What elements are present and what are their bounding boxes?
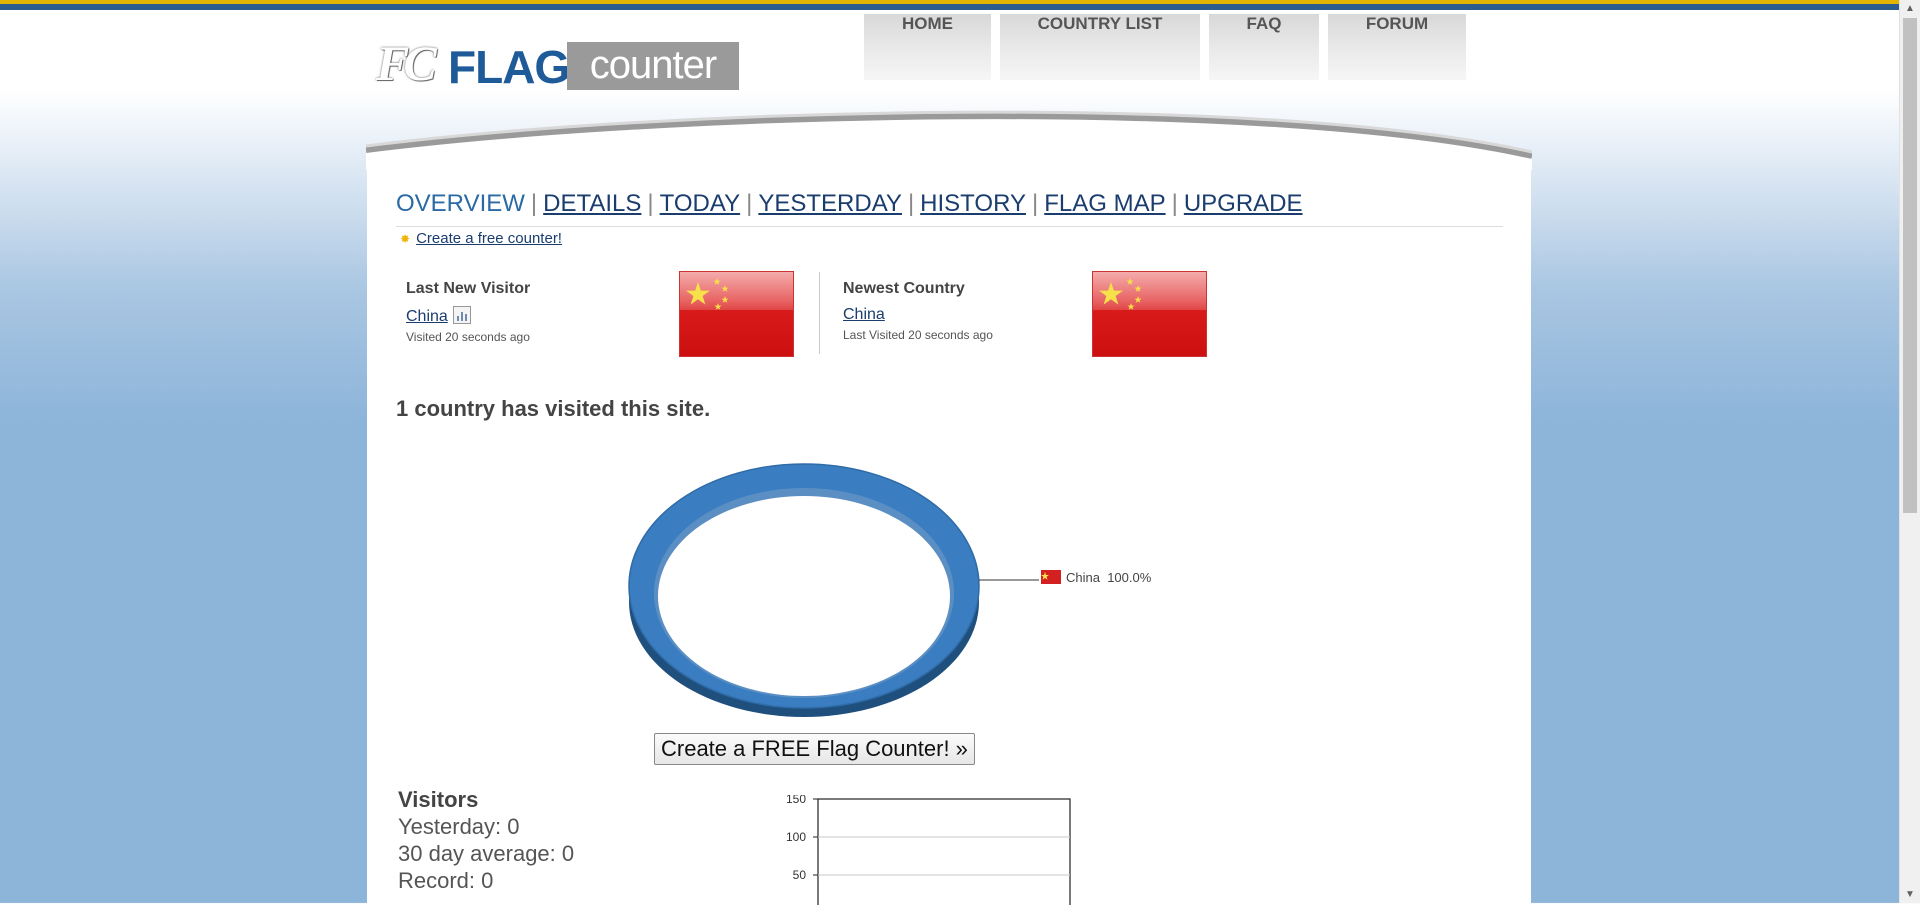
create-free-counter-button[interactable]: Create a FREE Flag Counter! »: [654, 733, 975, 765]
tab-flag-map[interactable]: FLAG MAP: [1044, 190, 1165, 217]
nav-forum[interactable]: FORUM: [1328, 14, 1466, 80]
pie-leader-line-ext: [979, 579, 1039, 581]
newest-country: Newest Country China Last Visited 20 sec…: [843, 280, 993, 342]
visitors-yesterday: Yesterday: 0: [398, 814, 520, 839]
create-free-counter-link[interactable]: Create a free counter!: [416, 230, 562, 247]
sub-nav-tabs: OVERVIEW | DETAILS | TODAY | YESTERDAY | HISTORY…: [396, 190, 1303, 218]
last-visitor-time: Visited 20 seconds ago: [406, 330, 530, 344]
tab-separator: |: [1171, 190, 1178, 217]
tabs-underline: [396, 226, 1503, 227]
scroll-thumb[interactable]: [1903, 18, 1917, 513]
top-nav: HOME COUNTRY LIST FAQ FORUM: [864, 14, 1466, 80]
y-tick-label: 150: [786, 795, 806, 806]
top-blue-bar: [0, 4, 1900, 10]
star-icon: ✸: [400, 232, 411, 246]
last-new-visitor: Last New Visitor China Visited 20 second…: [406, 280, 530, 344]
visitors-record: Record: 0: [398, 868, 494, 893]
nav-country-list[interactable]: COUNTRY LIST: [1000, 14, 1200, 80]
logo-fc-mark: FC: [376, 35, 437, 91]
logo-counter-text: counter: [567, 42, 739, 90]
nav-faq[interactable]: FAQ: [1209, 14, 1319, 80]
newest-country-time: Last Visited 20 seconds ago: [843, 328, 993, 342]
pie-legend: China 100.0%: [1041, 570, 1151, 585]
logo-flag-text: FLAG: [448, 41, 570, 93]
tab-separator: |: [647, 190, 654, 217]
tab-overview[interactable]: OVERVIEW: [396, 190, 525, 217]
tab-separator: |: [746, 190, 753, 217]
tab-today[interactable]: TODAY: [660, 190, 740, 217]
y-tick-label: 50: [793, 868, 807, 882]
header-swoosh: [366, 110, 1532, 170]
pie-inner-hole: [658, 496, 950, 696]
create-counter-row: ✸ Create a free counter!: [400, 230, 562, 247]
last-visitor-country-link[interactable]: China: [406, 308, 448, 325]
chart-plot-area: [817, 798, 1071, 905]
country-pie-chart: [628, 463, 990, 717]
visitors-average: 30 day average: 0: [398, 841, 575, 866]
china-mini-flag-icon: [1041, 570, 1061, 584]
tab-yesterday[interactable]: YESTERDAY: [758, 190, 902, 217]
stats-chart-icon[interactable]: [452, 306, 471, 324]
page-scrollbar[interactable]: ▲ ▼: [1899, 0, 1920, 903]
scroll-up-arrow-icon[interactable]: ▲: [1900, 0, 1920, 17]
country-count-heading: 1 country has visited this site.: [396, 396, 711, 421]
tab-separator: |: [907, 190, 915, 217]
visitors-summary: Visitors Yesterday: 0 30 day average: 0 …: [398, 787, 574, 894]
nav-home[interactable]: HOME: [864, 14, 991, 80]
pie-legend-country: China: [1066, 570, 1100, 585]
tab-details[interactable]: DETAILS: [543, 190, 641, 217]
visitors-title: Visitors: [398, 787, 479, 812]
china-flag-image: [679, 271, 794, 357]
tab-separator: |: [530, 190, 538, 217]
flag-counter-logo[interactable]: FC FLAG counter: [376, 34, 741, 93]
last-new-visitor-title: Last New Visitor: [406, 280, 531, 297]
visitors-line-chart: 150 100 50: [786, 795, 1071, 905]
tab-upgrade[interactable]: UPGRADE: [1184, 190, 1303, 217]
china-flag-image: [1092, 271, 1207, 357]
visitor-divider: [819, 272, 820, 354]
pie-legend-percent: 100.0%: [1107, 570, 1152, 585]
y-tick-label: 100: [786, 830, 806, 844]
tab-history[interactable]: HISTORY: [920, 190, 1026, 217]
newest-country-link[interactable]: China: [843, 306, 993, 324]
scroll-down-arrow-icon[interactable]: ▼: [1900, 886, 1920, 903]
tab-separator: |: [1031, 190, 1039, 217]
newest-country-title: Newest Country: [843, 280, 965, 297]
